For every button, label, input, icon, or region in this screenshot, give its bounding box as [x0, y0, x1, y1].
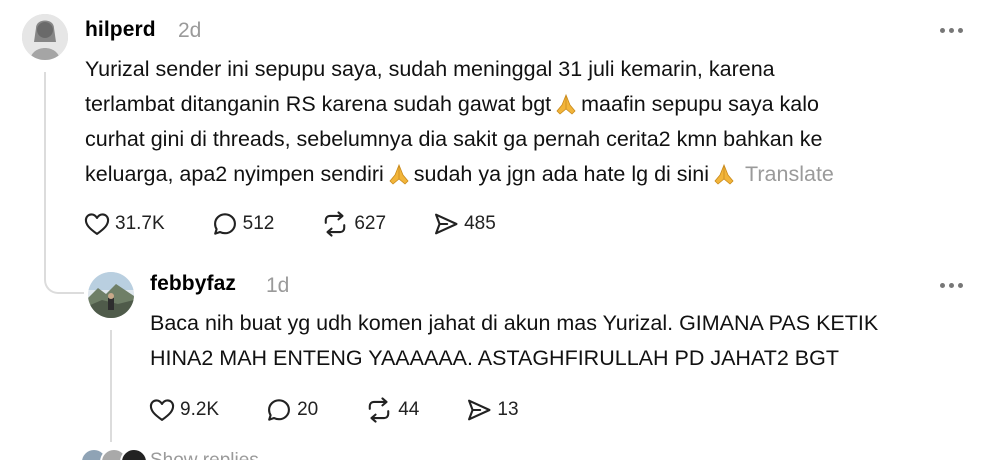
share-button[interactable]: 13: [465, 396, 519, 424]
comment-bubble-icon: [213, 213, 236, 235]
avatar-hilperd[interactable]: [22, 14, 68, 60]
reply-timestamp[interactable]: 1d: [266, 274, 289, 298]
more-options-icon[interactable]: [940, 283, 963, 288]
repost-count: 44: [398, 399, 420, 420]
folded-hands-emoji-icon: [714, 163, 734, 185]
heart-icon: [149, 399, 175, 421]
post-username[interactable]: hilperd: [85, 18, 156, 42]
post-actions: 31.7K 512 627 485: [83, 210, 542, 238]
show-replies-link[interactable]: Show replies: [150, 450, 259, 460]
reply-button[interactable]: 512: [211, 210, 275, 238]
share-button[interactable]: 485: [432, 210, 496, 238]
reply-thread-line: [110, 330, 112, 442]
reply-username[interactable]: febbyfaz: [150, 272, 236, 296]
share-count: 13: [497, 399, 519, 420]
post-text-segment: sudah ya jgn ada hate lg di sini: [413, 162, 710, 186]
translate-link[interactable]: Translate: [745, 162, 834, 186]
reply-count: 20: [297, 399, 319, 420]
repost-button[interactable]: 627: [320, 210, 386, 238]
avatar-febbyfaz[interactable]: [88, 272, 134, 318]
comment-bubble-icon: [268, 399, 291, 421]
post-text-segment: keluarga, apa2 nyimpen sendiri: [85, 162, 384, 186]
folded-hands-emoji-icon: [389, 163, 409, 185]
post-text-line: Yurizal sender ini sepupu saya, sudah me…: [85, 57, 775, 81]
send-icon: [468, 399, 491, 421]
reply-count: 512: [242, 213, 275, 234]
like-count: 9.2K: [180, 399, 220, 420]
like-count: 31.7K: [115, 213, 165, 234]
repost-arrows-icon: [368, 397, 390, 423]
repost-count: 627: [354, 213, 387, 234]
post-text-segment: maafin sepupu saya kalo: [581, 92, 819, 116]
send-icon: [435, 213, 458, 235]
thread-line-curve: [44, 262, 84, 294]
post-text-line: keluarga, apa2 nyimpen sendiri sudah ya j…: [85, 157, 834, 192]
post-text-line: curhat gini di threads, sebelumnya dia s…: [85, 127, 823, 151]
reply-actions: 9.2K 20 44 13: [148, 396, 565, 424]
post-text: Yurizal sender ini sepupu saya, sudah me…: [85, 52, 834, 192]
post-text-segment: terlambat ditanganin RS karena sudah gaw…: [85, 92, 552, 116]
like-button[interactable]: 31.7K: [83, 210, 165, 238]
reply-text-line: HINA2 MAH ENTENG YAAAAAA. ASTAGHFIRULLAH…: [150, 346, 839, 370]
repost-arrows-icon: [325, 211, 346, 237]
reply-button[interactable]: 20: [265, 396, 318, 424]
repost-button[interactable]: 44: [364, 396, 419, 424]
thread-line: [44, 72, 46, 272]
share-count: 485: [464, 213, 496, 234]
post-timestamp[interactable]: 2d: [178, 19, 201, 43]
reply-text: Baca nih buat yg udh komen jahat di akun…: [150, 306, 878, 376]
more-options-icon[interactable]: [940, 28, 963, 33]
folded-hands-emoji-icon: [556, 93, 576, 115]
reply-avatar-stack: [120, 448, 148, 460]
like-button[interactable]: 9.2K: [148, 396, 219, 424]
reply-text-line: Baca nih buat yg udh komen jahat di akun…: [150, 311, 879, 335]
post-text-line: terlambat ditanganin RS karena sudah gaw…: [85, 87, 834, 122]
heart-icon: [84, 213, 110, 235]
